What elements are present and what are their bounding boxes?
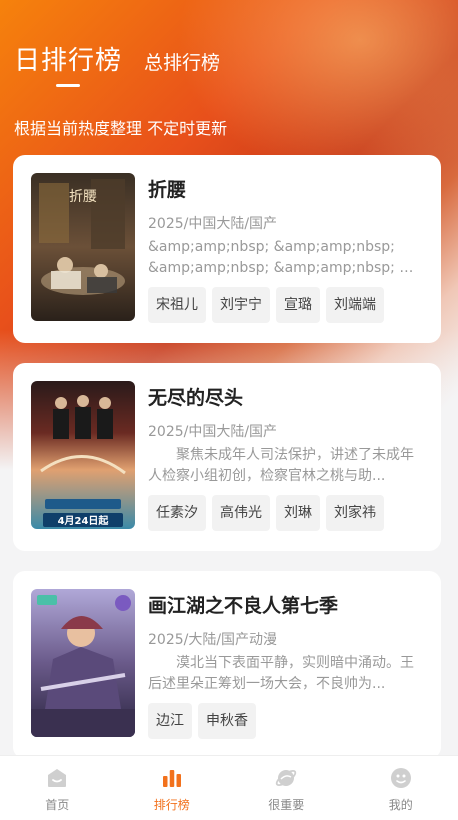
cast-tag[interactable]: 刘家祎 [326, 495, 384, 531]
home-icon [48, 769, 67, 787]
cast-tag[interactable]: 宣璐 [276, 287, 320, 323]
tabbar-important[interactable]: 很重要 [229, 756, 344, 820]
drama-meta: 2025/中国大陆/国产 [148, 216, 278, 232]
tabbar-label: 我的 [388, 798, 413, 812]
profile-face-icon [390, 768, 411, 788]
drama-meta: 2025/中国大陆/国产 [148, 424, 278, 440]
cast-tag[interactable]: 申秋香 [198, 703, 256, 739]
drama-title: 无尽的尽头 [148, 387, 244, 409]
ranking-subtitle: 根据当前热度整理 不定时更新 [14, 119, 228, 138]
ranking-chart-icon [162, 770, 181, 787]
poster-title-text: 折腰 [69, 189, 97, 205]
tabbar-home[interactable]: 首页 [0, 756, 115, 820]
drama-card[interactable]: 4月24日起 无尽的尽头 2025/中国大陆/国产 聚焦未成年人司法保护，讲述了… [13, 363, 441, 551]
poster-image: 折腰 [31, 173, 135, 321]
drama-card[interactable]: 折腰 折腰 2025/中国大陆/国产 &amp;amp;nbsp; &amp;a… [13, 155, 441, 343]
tabbar-ranking[interactable]: 排行榜 [115, 756, 230, 820]
cast-tag[interactable]: 刘宇宁 [212, 287, 270, 323]
active-tab-indicator [56, 84, 80, 87]
cast-tags: 任素汐 高伟光 刘琳 刘家祎 [148, 495, 384, 531]
drama-meta: 2025/大陆/国产动漫 [148, 632, 278, 648]
drama-card[interactable]: 画江湖之不良人第七季 2025/大陆/国产动漫 漠北当下表面平静，实则暗中涌动。… [13, 571, 441, 759]
planet-icon [276, 769, 297, 787]
cast-tag[interactable]: 边江 [148, 703, 192, 739]
ranking-tabs: 日排行榜 总排行榜 [14, 40, 220, 77]
tabbar-label: 很重要 [268, 798, 305, 812]
tabbar-label: 首页 [45, 798, 70, 812]
drama-title: 折腰 [148, 179, 187, 201]
tabbar-profile[interactable]: 我的 [344, 756, 458, 820]
poster-date-text: 4月24日起 [58, 514, 110, 527]
drama-title: 画江湖之不良人第七季 [148, 595, 339, 617]
poster-image: 4月24日起 [31, 381, 135, 529]
cast-tag[interactable]: 任素汐 [148, 495, 206, 531]
bottom-tab-bar: 首页 排行榜 很重要 我的 [0, 755, 458, 820]
cast-tags: 边江 申秋香 [148, 703, 256, 739]
cast-tags: 宋祖儿 刘宇宁 宣璐 刘端端 [148, 287, 384, 323]
cast-tag[interactable]: 宋祖儿 [148, 287, 206, 323]
poster-image [31, 589, 135, 737]
cast-tag[interactable]: 高伟光 [212, 495, 270, 531]
tab-daily-ranking[interactable]: 日排行榜 [14, 40, 122, 77]
tabbar-label: 排行榜 [153, 798, 190, 812]
drama-description: 漠北当下表面平静，实则暗中涌动。王后述里朵正筹划一场大会，不良帅为... [148, 655, 414, 692]
cast-tag[interactable]: 刘端端 [326, 287, 384, 323]
tab-total-ranking[interactable]: 总排行榜 [144, 48, 220, 77]
drama-description: &amp;amp;nbsp; &amp;amp;nbsp; &amp;amp;n… [148, 239, 414, 276]
drama-description: 聚焦未成年人司法保护，讲述了未成年人检察小组初创，检察官林之桃与助... [148, 447, 414, 484]
cast-tag[interactable]: 刘琳 [276, 495, 320, 531]
